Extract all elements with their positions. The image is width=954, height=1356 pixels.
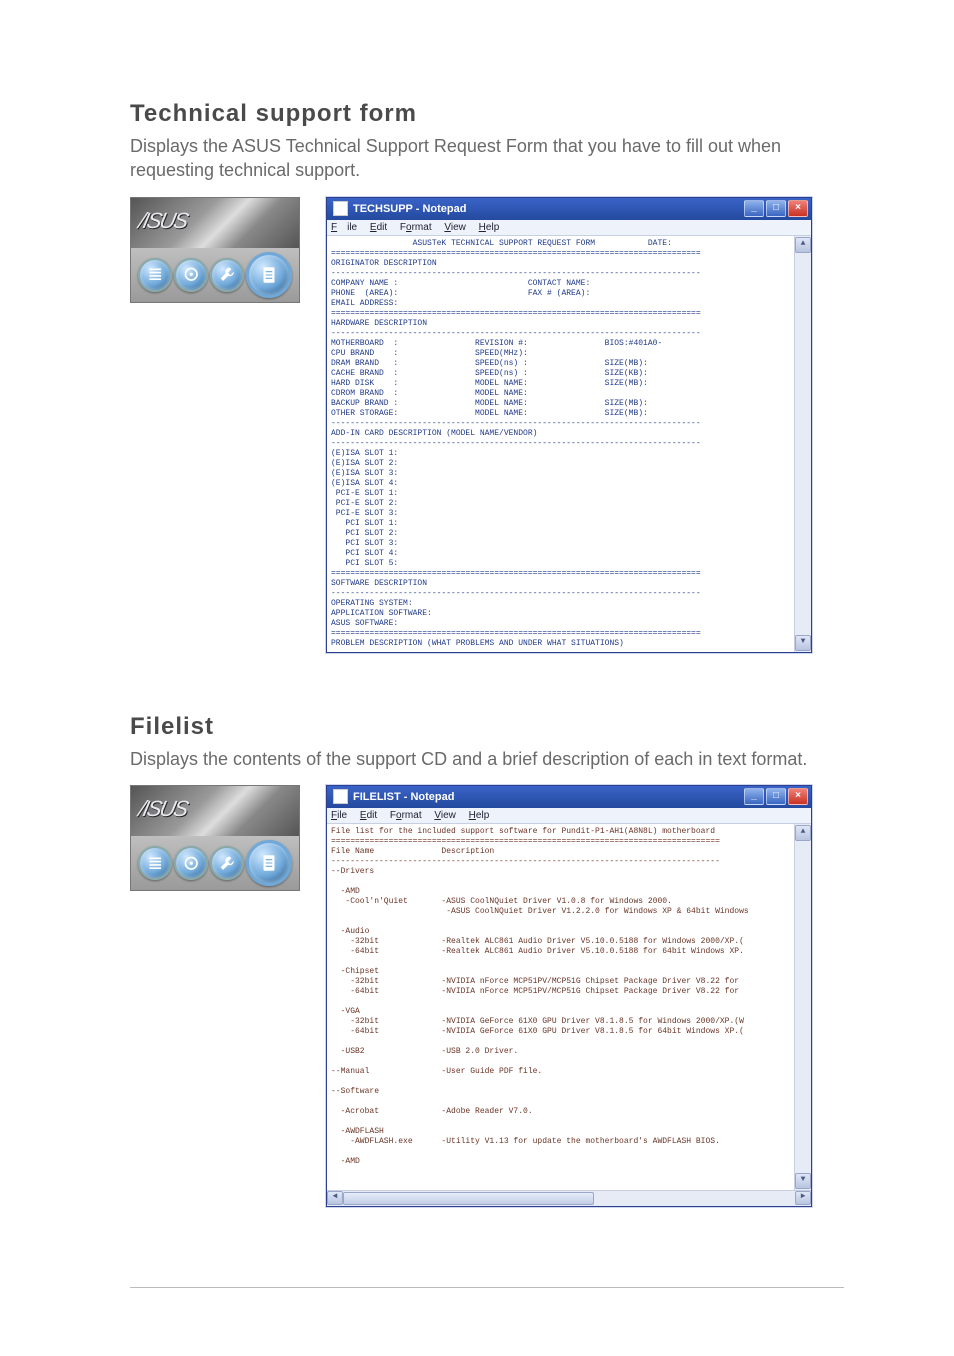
splash-toolbar [131, 836, 299, 890]
list-icon[interactable] [138, 846, 172, 880]
scroll-down-icon[interactable]: ▼ [795, 1173, 811, 1189]
asus-logo: /ISUS [136, 796, 189, 822]
window-title: FILELIST - Notepad [353, 791, 454, 803]
section1-title: Technical support form [130, 100, 844, 128]
menu-edit[interactable]: Edit [370, 222, 387, 233]
notepad-app-icon [333, 789, 348, 804]
notepad-app-icon [333, 201, 348, 216]
asus-logo: /ISUS [136, 208, 189, 234]
notepad-text-area[interactable]: ASUSTeK TECHNICAL SUPPORT REQUEST FORM D… [327, 236, 794, 652]
scroll-up-icon[interactable]: ▲ [795, 237, 811, 253]
menu-view[interactable]: View [434, 810, 456, 821]
splash-card: /ISUS [130, 785, 300, 891]
menu-help[interactable]: Help [479, 222, 500, 233]
menu-edit[interactable]: Edit [360, 810, 377, 821]
disc-icon[interactable] [174, 258, 208, 292]
maximize-button[interactable]: □ [766, 200, 786, 217]
menubar: File Edit Format View Help [327, 220, 811, 236]
splash-card: /ISUS [130, 197, 300, 303]
scroll-down-icon[interactable]: ▼ [795, 635, 811, 651]
filelist-notepad-window: FILELIST - Notepad _ □ × File Edit Forma… [326, 785, 812, 1207]
window-titlebar[interactable]: FILELIST - Notepad _ □ × [327, 786, 811, 808]
maximize-button[interactable]: □ [766, 788, 786, 805]
doc-icon[interactable] [246, 840, 292, 886]
tool-icon[interactable] [210, 846, 244, 880]
vertical-scrollbar[interactable]: ▲ ▼ [794, 236, 811, 652]
menu-view[interactable]: View [444, 222, 466, 233]
section1-desc: Displays the ASUS Technical Support Requ… [130, 134, 844, 183]
scroll-up-icon[interactable]: ▲ [795, 825, 811, 841]
section2-title: Filelist [130, 713, 844, 741]
tool-icon[interactable] [210, 258, 244, 292]
menubar: File Edit Format View Help [327, 808, 811, 824]
menu-file[interactable]: File [331, 810, 347, 821]
menu-format[interactable]: Format [390, 810, 422, 821]
splash-toolbar [131, 248, 299, 302]
close-button[interactable]: × [788, 788, 808, 805]
disc-icon[interactable] [174, 846, 208, 880]
footer-divider [130, 1287, 844, 1288]
list-icon[interactable] [138, 258, 172, 292]
scroll-right-icon[interactable]: ► [795, 1191, 811, 1205]
close-button[interactable]: × [788, 200, 808, 217]
minimize-button[interactable]: _ [744, 200, 764, 217]
scroll-left-icon[interactable]: ◄ [327, 1191, 343, 1205]
splash-banner: /ISUS [131, 786, 299, 836]
menu-help[interactable]: Help [469, 810, 490, 821]
window-title: TECHSUPP - Notepad [353, 203, 466, 215]
section2-desc: Displays the contents of the support CD … [130, 747, 844, 771]
splash-banner: /ISUS [131, 198, 299, 248]
scroll-thumb[interactable] [343, 1192, 594, 1205]
menu-format[interactable]: Format [400, 222, 432, 233]
techsupp-notepad-window: TECHSUPP - Notepad _ □ × File Edit Forma… [326, 197, 812, 653]
vertical-scrollbar[interactable]: ▲ ▼ [794, 824, 811, 1190]
menu-file[interactable]: File [331, 222, 357, 233]
notepad-text-area[interactable]: File list for the included support softw… [327, 824, 794, 1190]
minimize-button[interactable]: _ [744, 788, 764, 805]
doc-icon[interactable] [246, 252, 292, 298]
horizontal-scrollbar[interactable]: ◄ ► [327, 1190, 811, 1206]
window-titlebar[interactable]: TECHSUPP - Notepad _ □ × [327, 198, 811, 220]
